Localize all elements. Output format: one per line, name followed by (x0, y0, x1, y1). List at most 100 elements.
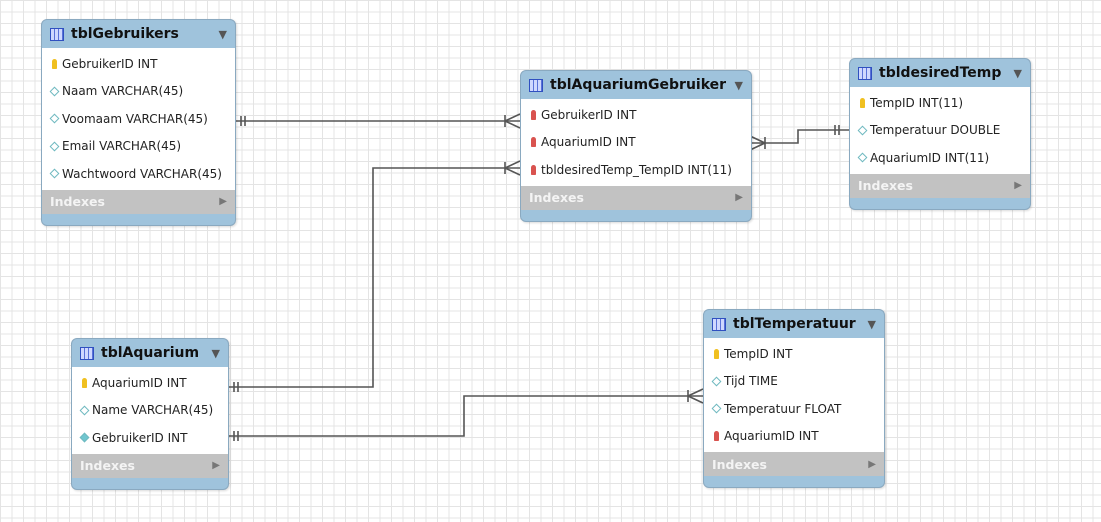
collapse-arrow-icon[interactable]: ▼ (219, 28, 227, 41)
foreign-key-icon (528, 109, 538, 120)
table-icon (50, 27, 64, 41)
column-row[interactable]: Tijd TIME (704, 368, 884, 396)
relationship-aquarium-temperatuur (227, 388, 704, 441)
table-footer (42, 214, 235, 225)
table-header[interactable]: tblGebruikers ▼ (42, 20, 235, 48)
indexes-label: Indexes (712, 456, 767, 472)
column-text: Tijd TIME (724, 374, 778, 389)
indexes-section[interactable]: Indexes ▶ (521, 185, 751, 210)
table-footer (521, 210, 751, 221)
indexes-label: Indexes (529, 190, 584, 205)
column-text: TempID INT(11) (870, 95, 964, 110)
column-row[interactable]: GebruikerID INT (521, 101, 751, 129)
column-text: Voomaam VARCHAR(45) (62, 111, 208, 126)
column-row[interactable]: tbldesiredTemp_TempID INT(11) (521, 156, 751, 184)
indexes-label: Indexes (80, 458, 135, 473)
table-footer (850, 198, 1030, 209)
table-desiredtemp[interactable]: tbldesiredTemp ▼ TempID INT(11) Temperatuur… (849, 58, 1031, 210)
column-text: Name VARCHAR(45) (92, 403, 214, 418)
table-aquarium[interactable]: tblAquarium ▼ AquariumID INT Name VARCHAR(4… (71, 338, 229, 490)
collapse-arrow-icon[interactable]: ▼ (1014, 67, 1022, 80)
column-row[interactable]: Wachtwoord VARCHAR(45) (42, 160, 235, 188)
relationship-desiredtemp-aquariumgebruiker (749, 125, 849, 151)
table-name: tbldesiredTemp (879, 65, 1002, 81)
indexes-section[interactable]: Indexes ▶ (42, 189, 235, 214)
column-icon (49, 113, 59, 124)
column-text: AquariumID INT(11) (870, 150, 990, 165)
expand-arrow-icon[interactable]: ▶ (868, 459, 876, 470)
column-icon (711, 376, 721, 387)
table-icon (80, 346, 94, 360)
table-aquariumgebruiker[interactable]: tblAquariumGebruiker ▼ GebruikerID INT Aqua… (520, 70, 752, 222)
table-header[interactable]: tblTemperatuur ▼ (704, 310, 884, 338)
expand-arrow-icon[interactable]: ▶ (735, 192, 743, 203)
column-text: GebruikerID INT (62, 56, 158, 71)
indexes-section[interactable]: Indexes ▶ (704, 452, 884, 476)
column-text: Temperatuur FLOAT (724, 401, 842, 416)
column-row[interactable]: Naam VARCHAR(45) (42, 78, 235, 106)
column-text: AquariumID INT (541, 135, 636, 150)
table-header[interactable]: tblAquarium ▼ (72, 339, 228, 367)
column-icon (49, 86, 59, 97)
column-text: GebruikerID INT (92, 430, 188, 445)
table-name: tblGebruikers (71, 26, 179, 42)
table-icon (529, 78, 543, 92)
indexes-label: Indexes (858, 178, 913, 193)
indexes-label: Indexes (50, 194, 105, 209)
expand-arrow-icon[interactable]: ▶ (212, 460, 220, 471)
column-row[interactable]: GebruikerID INT (72, 424, 228, 452)
table-footer (704, 476, 884, 487)
table-footer (72, 478, 228, 489)
foreign-key-icon (528, 164, 538, 175)
column-text: AquariumID INT (724, 429, 819, 444)
column-row[interactable]: Temperatuur FLOAT (704, 395, 884, 423)
column-icon (857, 152, 867, 163)
table-icon (858, 66, 872, 80)
column-row[interactable]: Email VARCHAR(45) (42, 133, 235, 161)
collapse-arrow-icon[interactable]: ▼ (212, 347, 220, 360)
column-row[interactable]: AquariumID INT (72, 369, 228, 397)
foreign-key-icon (711, 431, 721, 442)
column-row[interactable]: AquariumID INT(11) (850, 144, 1030, 172)
table-header[interactable]: tblAquariumGebruiker ▼ (521, 71, 751, 99)
collapse-arrow-icon[interactable]: ▼ (868, 318, 876, 331)
column-icon (79, 405, 89, 416)
column-icon (49, 168, 59, 179)
column-row[interactable]: GebruikerID INT (42, 50, 235, 78)
primary-key-icon (79, 377, 89, 388)
primary-key-icon (49, 58, 59, 69)
column-text: Naam VARCHAR(45) (62, 84, 184, 99)
column-text: GebruikerID INT (541, 107, 637, 122)
indexed-column-icon (79, 432, 89, 443)
table-gebruikers[interactable]: tblGebruikers ▼ GebruikerID INT Naam VARCHA… (41, 19, 236, 226)
table-header[interactable]: tbldesiredTemp ▼ (850, 59, 1030, 87)
column-row[interactable]: AquariumID INT (521, 129, 751, 157)
column-text: TempID INT (724, 346, 793, 361)
column-text: Temperatuur DOUBLE (870, 123, 1001, 138)
collapse-arrow-icon[interactable]: ▼ (735, 79, 743, 92)
column-row[interactable]: Voomaam VARCHAR(45) (42, 105, 235, 133)
table-name: tblTemperatuur (733, 316, 856, 332)
indexes-section[interactable]: Indexes ▶ (850, 173, 1030, 198)
column-icon (49, 141, 59, 152)
primary-key-icon (857, 97, 867, 108)
column-text: AquariumID INT (92, 375, 187, 390)
column-text: Wachtwoord VARCHAR(45) (62, 166, 222, 181)
table-icon (712, 317, 726, 331)
column-row[interactable]: TempID INT (704, 340, 884, 368)
expand-arrow-icon[interactable]: ▶ (1014, 180, 1022, 191)
column-row[interactable]: Temperatuur DOUBLE (850, 117, 1030, 145)
column-icon (711, 403, 721, 414)
column-row[interactable]: AquariumID INT (704, 423, 884, 451)
table-name: tblAquariumGebruiker (550, 77, 727, 93)
column-text: Email VARCHAR(45) (62, 139, 182, 154)
column-row[interactable]: Name VARCHAR(45) (72, 397, 228, 425)
primary-key-icon (711, 348, 721, 359)
relationship-aquarium-aquariumgebruiker (227, 160, 521, 392)
table-temperatuur[interactable]: tblTemperatuur ▼ TempID INT Tijd TIME Temper… (703, 309, 885, 488)
expand-arrow-icon[interactable]: ▶ (219, 196, 227, 207)
indexes-section[interactable]: Indexes ▶ (72, 453, 228, 478)
column-icon (857, 125, 867, 136)
column-text: tbldesiredTemp_TempID INT(11) (541, 162, 732, 177)
column-row[interactable]: TempID INT(11) (850, 89, 1030, 117)
